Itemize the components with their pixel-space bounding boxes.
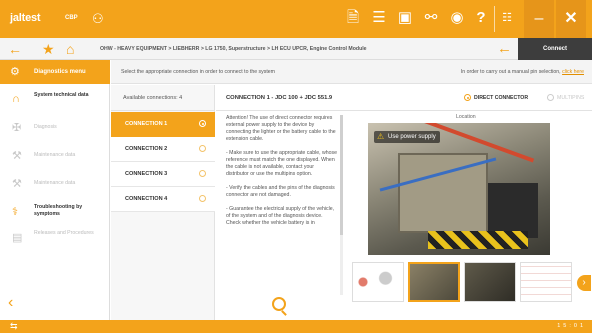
home-icon[interactable]: ⌂: [66, 40, 74, 58]
sidebar-item-system-technical-data[interactable]: ∩ System technical data: [0, 86, 110, 114]
thumbnail-strip: [352, 262, 592, 302]
breadcrumb: OHW - HEAVY EQUIPMENT > LIEBHERR > LG 17…: [100, 46, 367, 52]
location-photo[interactable]: Use power supply: [368, 123, 550, 255]
connection-instructions: Attention! The use of direct connector r…: [226, 115, 338, 290]
instructions-scrollbar[interactable]: [340, 115, 343, 295]
sidebar-item-maintenance-data[interactable]: ⚒ Maintenance data: [0, 142, 110, 170]
sidebar-item-troubleshooting[interactable]: ⚕ Troubleshooting by symptoms: [0, 198, 110, 226]
minimize-icon[interactable]: –: [524, 0, 554, 38]
grid-icon[interactable]: ☷: [496, 9, 518, 27]
sidebar-header-label: Diagnostics menu: [34, 69, 86, 75]
link-icon[interactable]: ⚯: [420, 9, 442, 27]
sidebar-item-maintenance-data-2[interactable]: ⚒ Maintenance data: [0, 170, 110, 198]
next-chevron-icon[interactable]: ›: [577, 275, 591, 291]
clock: 15:01: [557, 323, 586, 329]
divider: [494, 6, 495, 32]
selection-indicator-icon: [199, 195, 206, 202]
connection-list-header: Available connections: 4: [111, 85, 215, 111]
thumbnail-3[interactable]: [464, 262, 516, 302]
connect-button[interactable]: Connect: [518, 38, 592, 60]
connection-item-1[interactable]: CONNECTION 1: [111, 112, 215, 137]
troubleshooting-icon: ⚕: [12, 206, 18, 218]
document-icon: ▤: [12, 232, 23, 244]
connection-status-icon: ⇆: [10, 321, 18, 331]
connection-list: Available connections: 4 CONNECTION 1 CO…: [111, 85, 215, 320]
connection-item-2[interactable]: CONNECTION 2: [111, 137, 215, 162]
thumbnail-4[interactable]: [520, 262, 572, 302]
multipins-radio[interactable]: [547, 94, 554, 101]
multipins-label[interactable]: MULTIPINS: [557, 95, 584, 101]
selection-indicator-icon: [199, 120, 206, 127]
wrench-icon: ⚒: [12, 150, 22, 162]
instruction-paragraph: Attention! The use of direct connector r…: [226, 115, 336, 142]
connection-item-4[interactable]: CONNECTION 4: [111, 187, 215, 212]
sidebar-item-label: Releases and Procedures: [34, 230, 94, 236]
diagnostics-menu-icon: ⚙: [10, 66, 20, 78]
location-label: Location: [456, 114, 476, 120]
brand-logo: jaltest: [10, 12, 41, 24]
connection-label: CONNECTION 2: [125, 146, 168, 152]
selection-indicator-icon: [199, 170, 206, 177]
zoom-icon[interactable]: [272, 297, 286, 311]
manual-pin-prefix: In order to carry out a manual pin selec…: [460, 69, 563, 75]
truck-icon[interactable]: ▣: [394, 9, 416, 27]
connection-label: CONNECTION 4: [125, 196, 168, 202]
help-icon[interactable]: ?: [470, 9, 492, 27]
connection-label: CONNECTION 1: [125, 121, 168, 127]
detail-header: CONNECTION 1 - JDC 100 + JDC 551.9 DIREC…: [216, 85, 592, 111]
connection-title: CONNECTION 1 - JDC 100 + JDC 551.9: [226, 95, 333, 101]
direct-connector-radio[interactable]: [464, 94, 471, 101]
manual-pin-link[interactable]: click here: [562, 69, 584, 75]
headset-icon: ∩: [12, 93, 20, 105]
instruction-bar: Select the appropriate connection in ord…: [111, 60, 592, 84]
status-bar: ⇆ 15:01: [0, 320, 592, 333]
sidebar-item-diagnosis[interactable]: ✠ Diagnosis: [0, 114, 110, 142]
wrench-icon: ⚒: [12, 178, 22, 190]
instruction-paragraph: - Make sure to use the appropriate cable…: [226, 150, 338, 177]
sidebar-item-label: Troubleshooting by symptoms: [34, 204, 83, 217]
connection-detail-panel: CONNECTION 1 - JDC 100 + JDC 551.9 DIREC…: [216, 85, 592, 320]
manual-pin-text: In order to carry out a manual pin selec…: [461, 69, 584, 75]
connection-label: CONNECTION 3: [125, 171, 168, 177]
direct-connector-label[interactable]: DIRECT CONNECTOR: [474, 95, 528, 101]
selection-indicator-icon: [199, 145, 206, 152]
available-connections-label: Available connections: 4: [123, 95, 183, 101]
sidebar-item-label: Diagnosis: [34, 124, 57, 130]
scrollbar-thumb[interactable]: [340, 115, 343, 235]
close-icon[interactable]: ✕: [556, 0, 586, 38]
sidebar-item-label: System technical data: [34, 92, 89, 98]
thumbnail-2[interactable]: [408, 262, 460, 302]
sidebar-item-releases[interactable]: ▤ Releases and Procedures: [0, 224, 110, 252]
list-icon[interactable]: ☰: [368, 9, 390, 27]
sidebar-item-label: Maintenance data: [34, 152, 76, 158]
branch-icon[interactable]: ⚇: [92, 11, 104, 27]
camera-icon[interactable]: ◉: [446, 9, 468, 27]
brand-subtitle: CBP: [65, 15, 78, 21]
top-bar: jaltest CBP ⚇ 🗎 ☰ ▣ ⚯ ◉ ? ☷ – ✕: [0, 0, 592, 38]
instruction-paragraph: - Verify the cables and the pins of the …: [226, 185, 335, 198]
sidebar-header[interactable]: ⚙ Diagnostics menu: [0, 60, 110, 84]
return-arrow-icon[interactable]: ←: [497, 40, 512, 58]
photo-hazard-stripe: [428, 231, 528, 249]
sidebar: ⚙ Diagnostics menu ∩ System technical da…: [0, 60, 110, 320]
back-arrow-icon[interactable]: ←: [8, 40, 22, 58]
photo-block: [488, 183, 538, 238]
instruction-text: Select the appropriate connection in ord…: [121, 69, 275, 75]
warning-badge: Use power supply: [374, 131, 440, 143]
tool-icon: ✠: [12, 122, 22, 134]
instruction-paragraph: - Guarantee the electrical supply of the…: [226, 206, 335, 226]
connection-item-3[interactable]: CONNECTION 3: [111, 162, 215, 187]
collapse-chevron-icon[interactable]: ‹: [8, 294, 13, 312]
star-icon[interactable]: ★: [42, 40, 55, 58]
thumbnail-1[interactable]: [352, 262, 404, 302]
document-icon[interactable]: 🗎: [342, 9, 364, 27]
sidebar-item-label: Maintenance data: [34, 180, 76, 186]
breadcrumb-bar: ← ★ ⌂ OHW - HEAVY EQUIPMENT > LIEBHERR >…: [0, 38, 592, 60]
